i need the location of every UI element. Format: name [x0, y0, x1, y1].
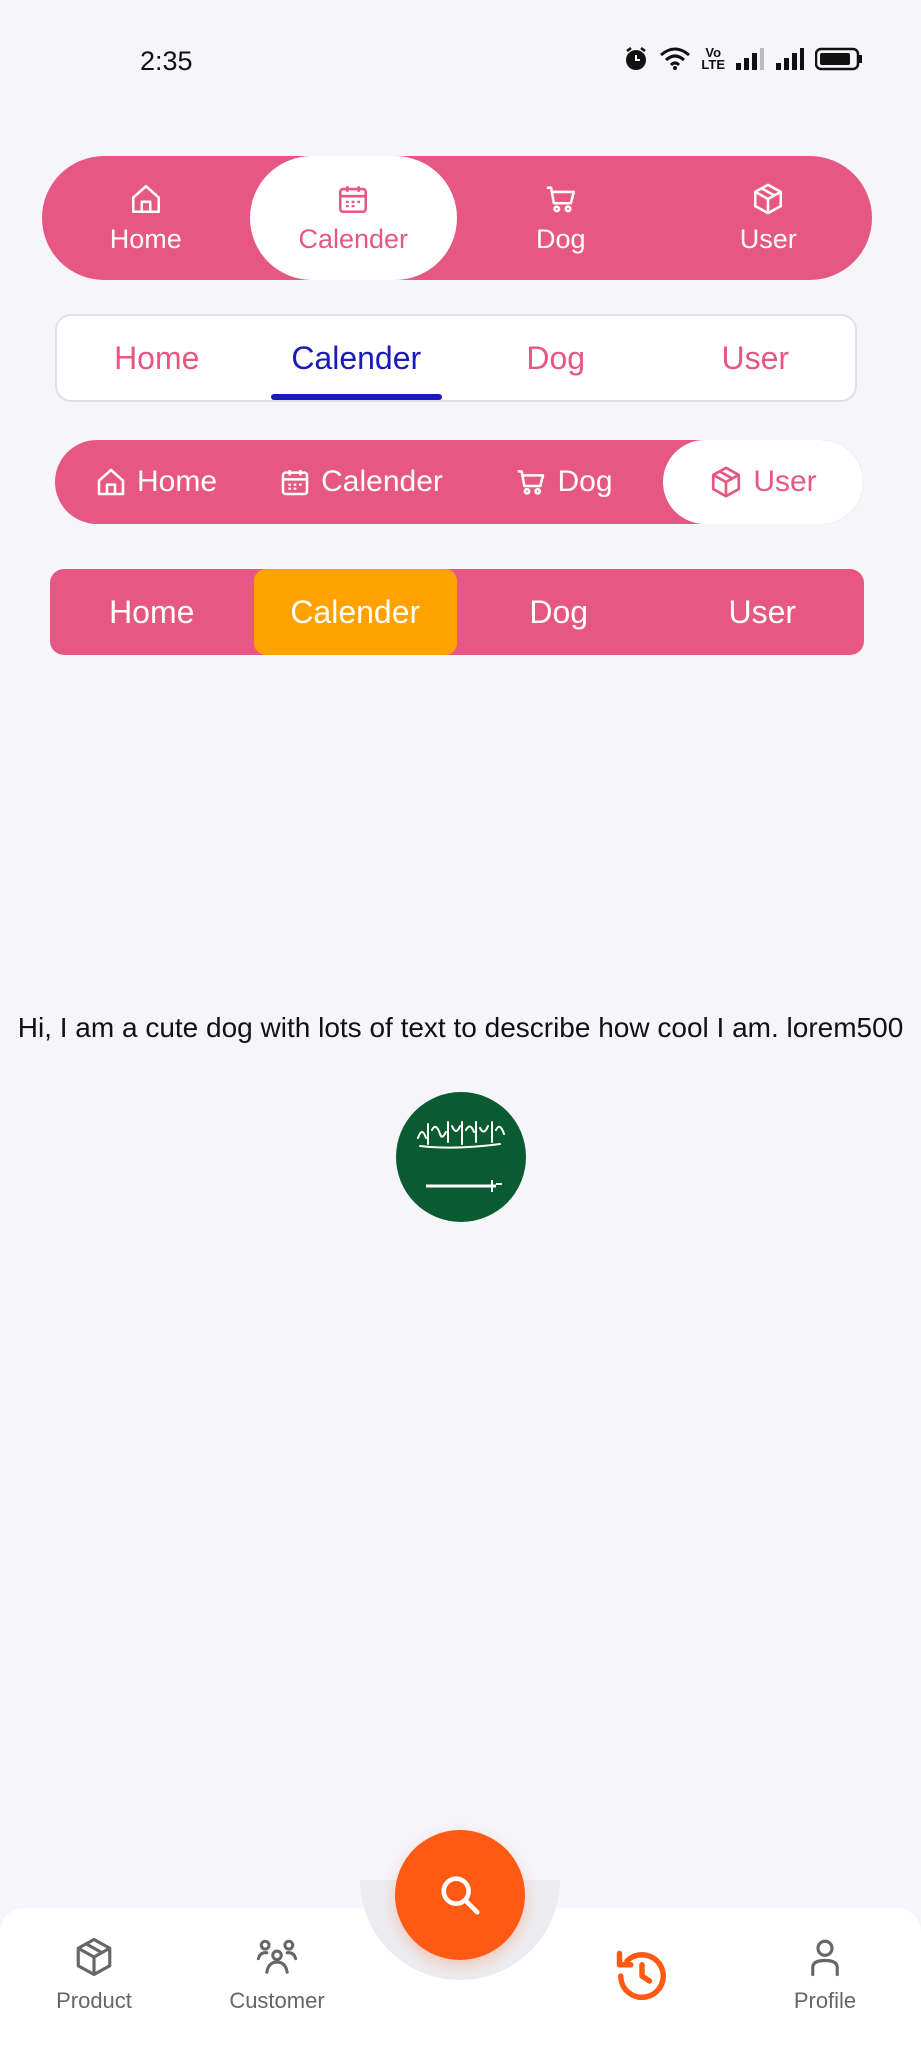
tab-user[interactable]: User — [663, 440, 863, 524]
nav-profile[interactable]: Profile — [745, 1936, 905, 2014]
tab-label: Dog — [557, 465, 613, 498]
tab-label: Calender — [321, 465, 443, 498]
nav-label: Product — [56, 1988, 132, 2013]
flag-avatar[interactable] — [396, 1092, 526, 1222]
tab-label: Dog — [529, 593, 589, 630]
home-icon — [131, 184, 160, 213]
tab-calender[interactable]: Calender — [257, 440, 465, 524]
tab-indicator — [270, 394, 442, 400]
tab-home[interactable]: Home — [50, 569, 254, 655]
person-icon — [811, 1939, 839, 1977]
tabbar-filled: Home Calender Dog User — [50, 569, 864, 655]
nav-product[interactable]: Product — [14, 1936, 174, 2014]
tab-dog[interactable]: Dog — [456, 316, 656, 400]
status-time: 2:35 — [140, 46, 193, 76]
cube-icon — [712, 466, 741, 498]
tab-label: Dog — [535, 223, 586, 254]
tabbar-pill-icons: Home Calender Dog User — [42, 156, 872, 280]
signal-icon — [736, 48, 764, 70]
alarm-icon — [626, 47, 647, 70]
calendar-icon — [339, 185, 368, 213]
nav-customer[interactable]: Customer — [197, 1936, 357, 2014]
status-icons: Vo LTE — [623, 46, 863, 72]
tab-calender[interactable]: Calender — [257, 316, 457, 400]
cart-icon — [518, 470, 545, 495]
saudi-flag-icon — [417, 1121, 505, 1192]
home-icon — [97, 468, 125, 496]
search-fab-button[interactable] — [395, 1830, 525, 1960]
tab-label: Home — [114, 339, 200, 376]
history-icon — [616, 1950, 666, 2001]
volte-icon: Vo LTE — [701, 45, 725, 72]
tab-home[interactable]: Home — [57, 316, 257, 400]
tab-label: Home — [109, 223, 182, 254]
nav-label: Profile — [793, 1988, 857, 2013]
tab-dog[interactable]: Dog — [457, 569, 661, 655]
tab-label: Home — [109, 593, 195, 630]
description-text: Hi, I am a cute dog with lots of text to… — [17, 1012, 904, 1043]
calendar-icon — [281, 470, 309, 496]
tab-calender[interactable]: Calender — [249, 156, 457, 280]
tabbar-underline: Home Calender Dog User — [55, 314, 857, 402]
tab-user[interactable]: User — [665, 156, 873, 280]
tab-label: Calender — [291, 339, 422, 376]
cube-icon — [754, 183, 783, 214]
tabbar-inline-icons: Home Calender Dog User — [55, 440, 863, 524]
tab-home[interactable]: Home — [42, 156, 250, 280]
tab-label: User — [728, 593, 797, 630]
battery-icon — [815, 47, 862, 71]
wifi-icon — [660, 47, 691, 70]
status-bar: 2:35 Vo LTE — [0, 0, 921, 124]
tab-user[interactable]: User — [661, 569, 865, 655]
group-icon — [256, 1939, 298, 1974]
tab-label: Dog — [526, 339, 586, 376]
tab-label: Calender — [290, 593, 421, 630]
tab-calender[interactable]: Calender — [253, 569, 457, 655]
tab-dog[interactable]: Dog — [457, 156, 665, 280]
nav-label: Customer — [229, 1988, 325, 2013]
tab-label: User — [753, 465, 817, 498]
tab-label: User — [721, 339, 790, 376]
search-icon — [441, 1876, 480, 1915]
tab-label: Calender — [298, 223, 409, 254]
tab-user[interactable]: User — [656, 316, 856, 400]
signal-icon-2 — [776, 48, 804, 70]
nav-history[interactable] — [562, 1946, 722, 2016]
tab-home[interactable]: Home — [55, 440, 257, 524]
tab-label: Home — [136, 465, 218, 498]
tab-label: User — [739, 223, 797, 254]
tab-dog[interactable]: Dog — [465, 440, 663, 524]
cart-icon — [546, 185, 575, 212]
cube-icon — [76, 1937, 112, 1977]
